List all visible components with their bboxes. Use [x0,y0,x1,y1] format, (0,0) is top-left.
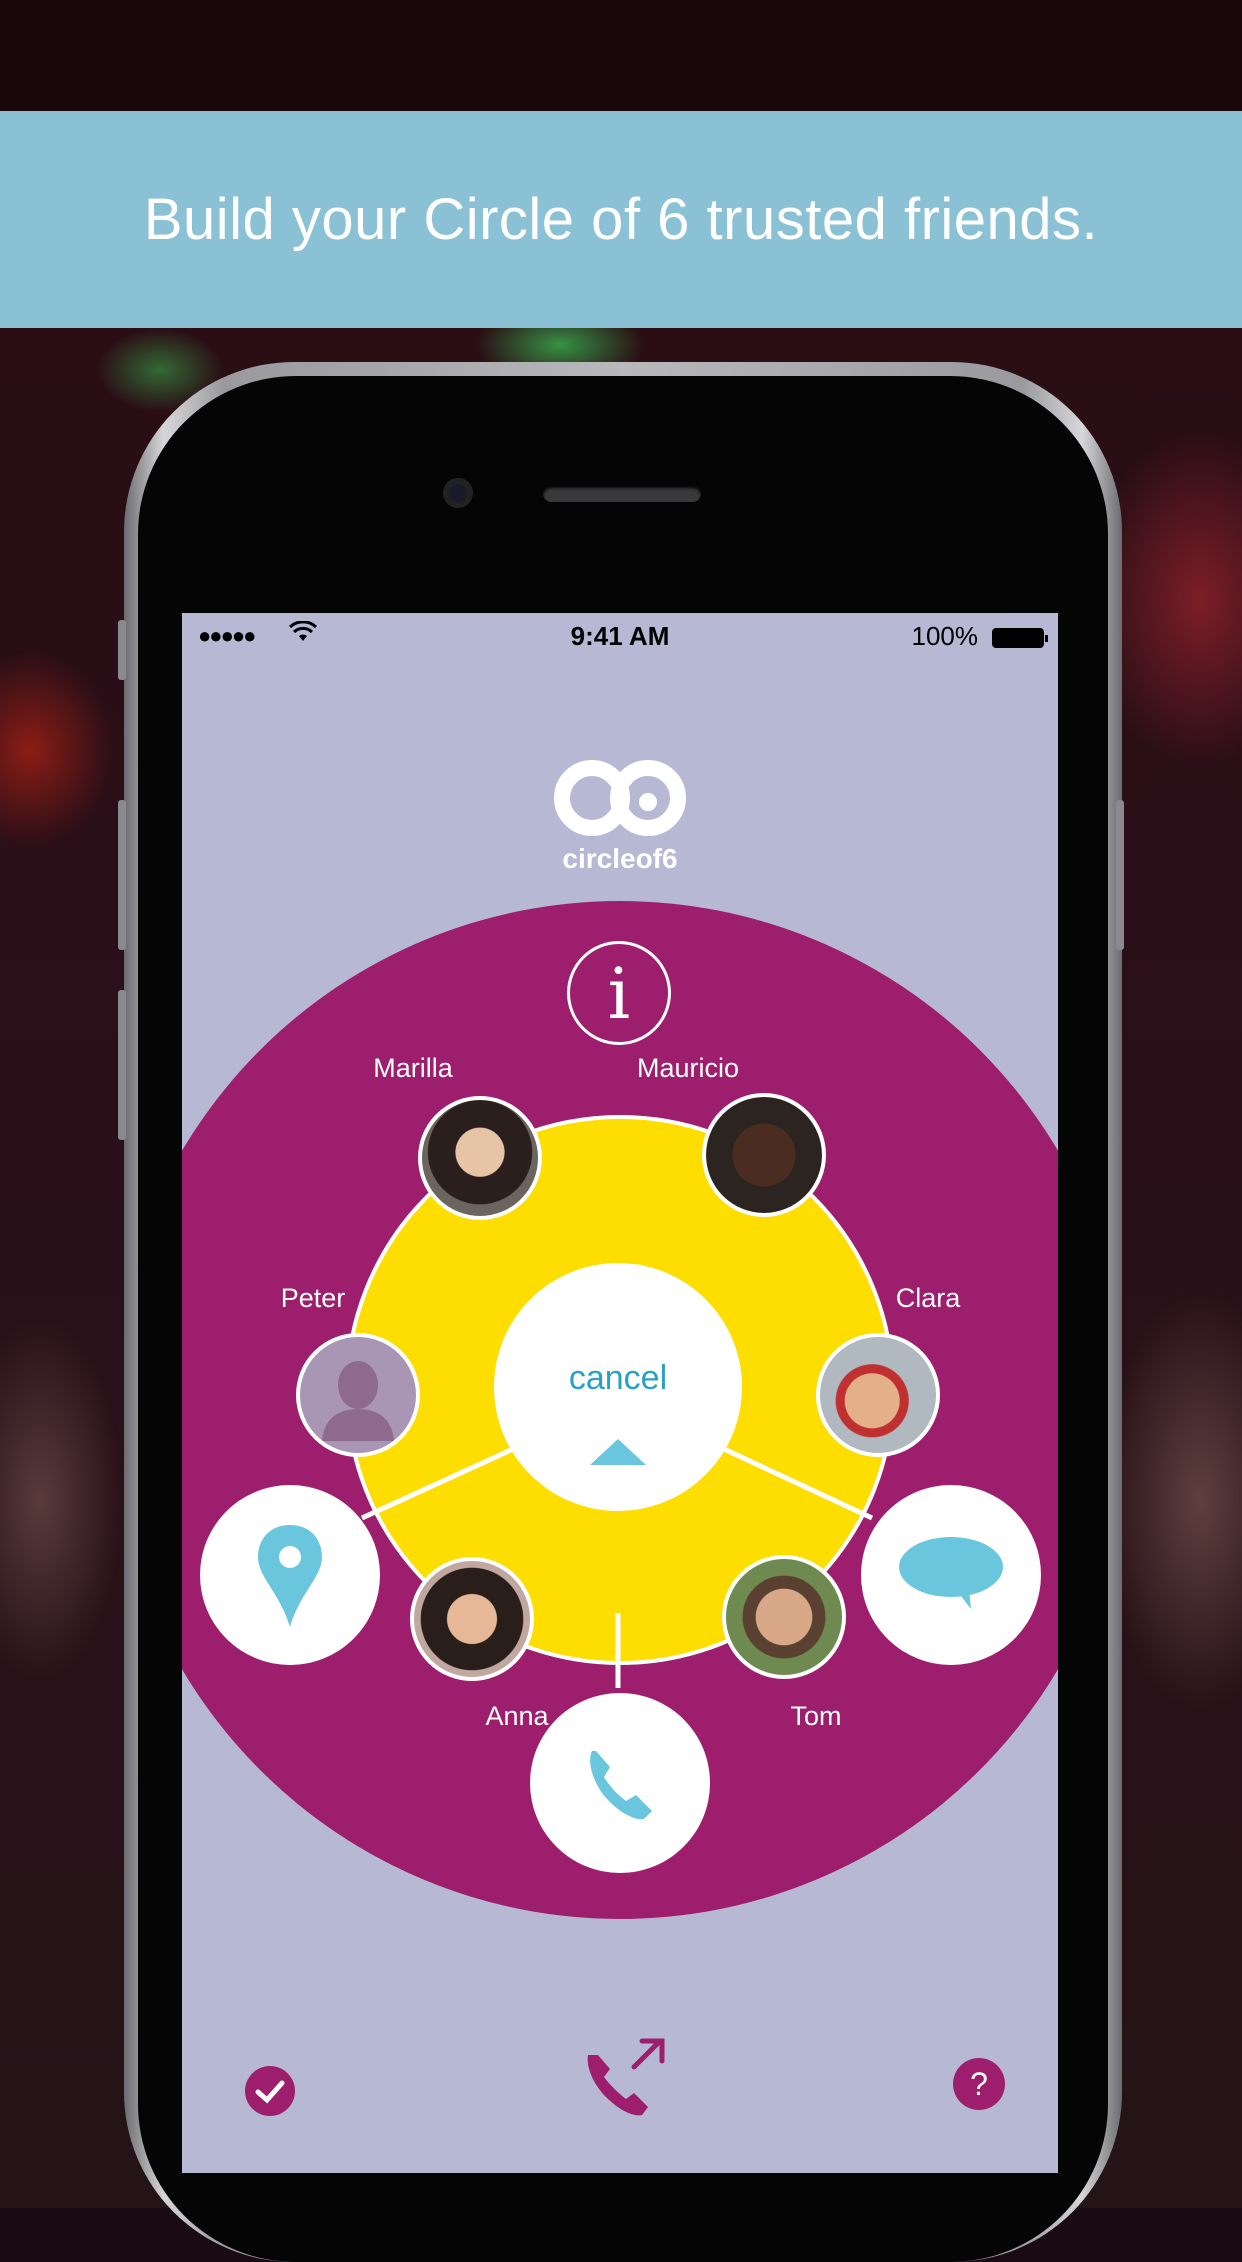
volume-up-button [118,800,126,950]
promo-banner: Build your Circle of 6 trusted friends. [0,111,1242,328]
contact-avatar-peter[interactable] [296,1333,420,1457]
contact-avatar-clara[interactable] [816,1333,940,1457]
contact-avatar-marilla[interactable] [418,1096,542,1220]
checkmark-icon[interactable] [244,2065,296,2117]
contact-name-clara: Clara [895,1283,961,1313]
info-button[interactable]: i [567,941,671,1045]
volume-down-button [118,990,126,1140]
phone-outgoing-icon[interactable] [582,2033,672,2119]
battery-icon [992,628,1048,648]
earpiece-speaker [543,486,701,502]
contact-avatar-anna[interactable] [410,1557,534,1681]
top-strip [0,0,1242,111]
location-pin-icon [258,1525,322,1627]
contact-name-marilla: Marilla [373,1053,453,1083]
svg-text:?: ? [970,2066,988,2102]
status-bar: ●●●●● 9:41 AM 100% [182,613,1058,659]
call-button[interactable] [530,1693,710,1873]
front-camera [443,478,473,508]
cancel-label: cancel [568,1359,668,1397]
battery-percent: 100% [911,621,979,651]
location-button[interactable] [200,1485,380,1665]
contact-name-mauricio: Mauricio [636,1053,740,1083]
help-icon[interactable]: ? [952,2057,1006,2111]
contact-avatar-mauricio[interactable] [702,1093,826,1217]
contact-avatar-tom[interactable] [722,1555,846,1679]
phone-icon [590,1751,652,1820]
app-screen: ●●●●● 9:41 AM 100% circleof6 i Marilla M… [182,613,1058,2173]
power-button [1116,800,1124,950]
collapse-arrow-icon [590,1439,646,1465]
message-button[interactable] [861,1485,1041,1665]
contact-name-peter: Peter [280,1283,346,1313]
contact-name-tom: Tom [790,1701,842,1731]
person-placeholder-icon [322,1361,394,1441]
mute-switch [118,620,126,680]
banner-text: Build your Circle of 6 trusted friends. [143,187,1099,252]
chat-bubble-icon [899,1537,1003,1609]
logo-text: circleof6 [562,843,678,874]
cancel-button[interactable]: cancel [494,1263,742,1511]
